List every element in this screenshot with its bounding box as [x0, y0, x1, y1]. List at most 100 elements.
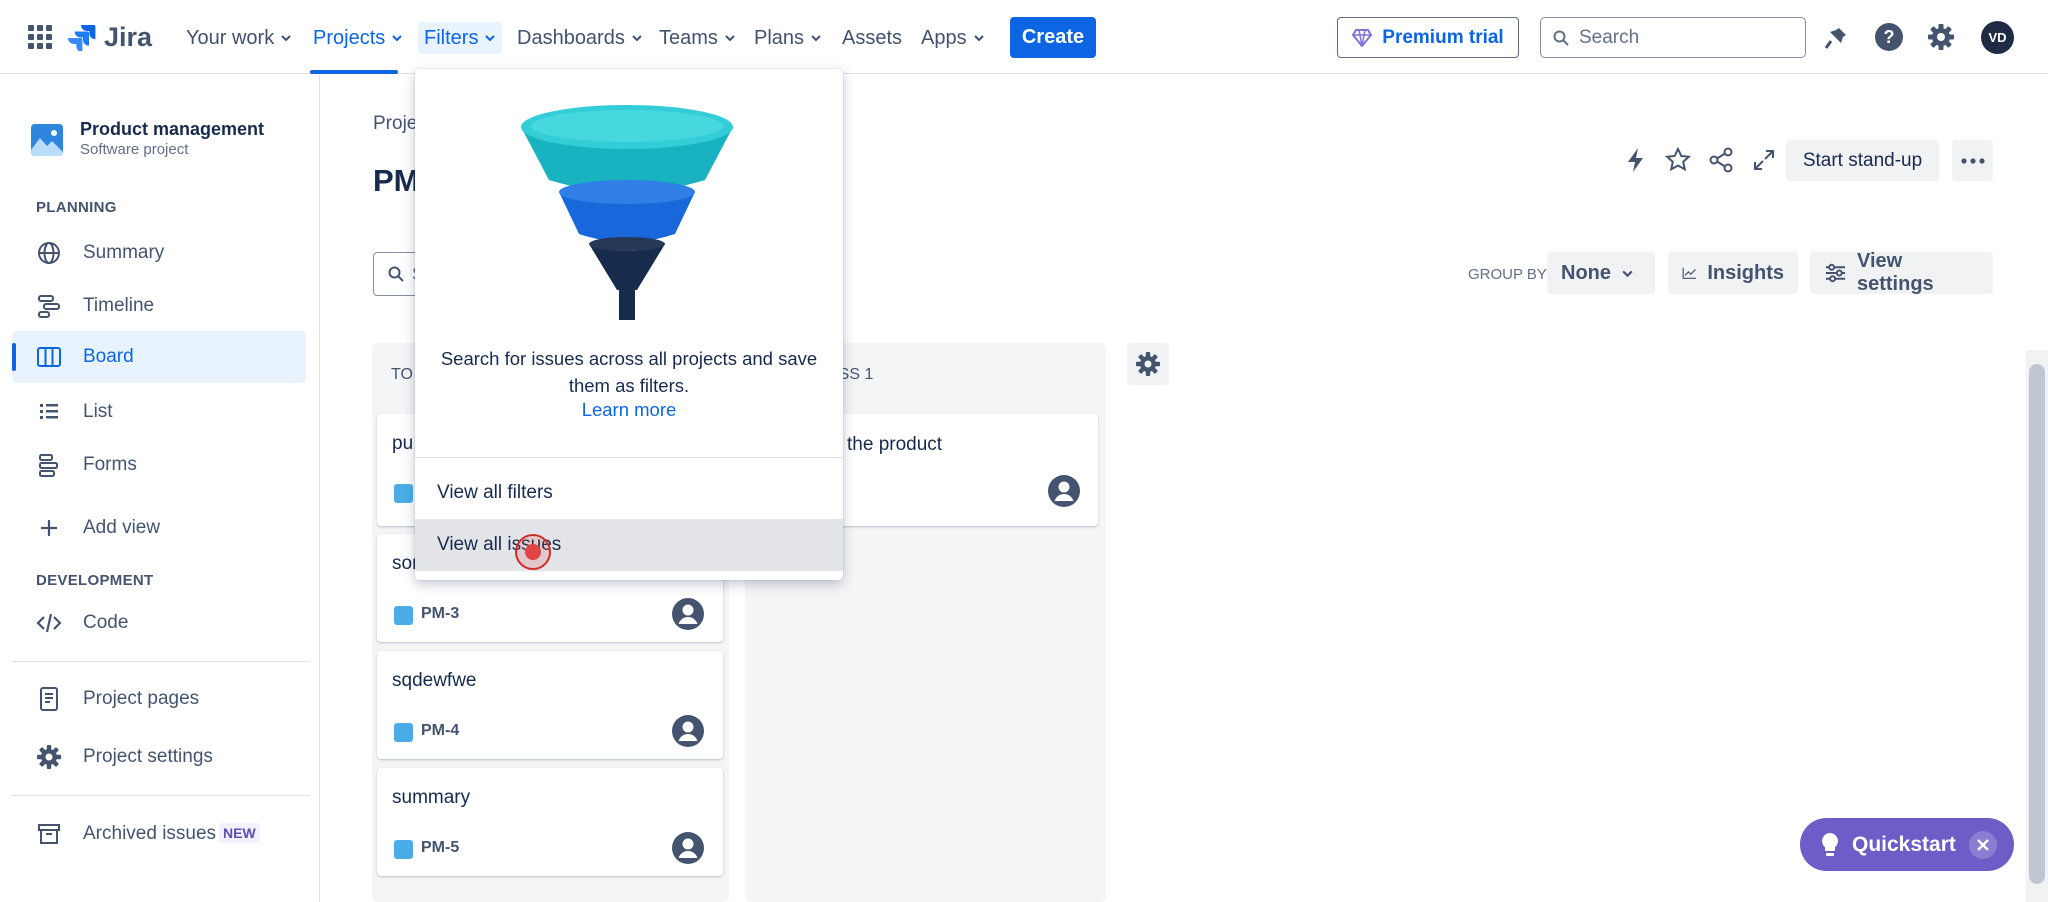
new-badge: NEW	[219, 823, 260, 843]
view-all-issues-item[interactable]: View all issues	[415, 519, 843, 571]
issue-key[interactable]: PM-5	[421, 839, 459, 857]
issue-key[interactable]: PM-4	[421, 722, 459, 740]
development-heading: DEVELOPMENT	[36, 572, 154, 589]
plus-icon	[41, 520, 57, 536]
sidebar-item-project-settings[interactable]: Project settings	[0, 731, 306, 783]
filters-dropdown-menu: Search for issues across all projects an…	[415, 69, 843, 580]
insights-button[interactable]: Insights	[1668, 252, 1798, 294]
chevron-down-icon	[392, 35, 402, 42]
sidebar-item-list[interactable]: List	[0, 386, 306, 438]
quickstart-button[interactable]: Quickstart	[1800, 818, 2014, 871]
insights-chart-icon	[1682, 267, 1697, 279]
page-scrollbar[interactable]	[2026, 350, 2048, 902]
app-switcher-icon[interactable]	[28, 25, 52, 49]
selected-indicator	[12, 343, 16, 371]
nav-projects[interactable]: Projects	[313, 22, 403, 54]
sidebar-item-archived-issues[interactable]: Archived issues NEW	[0, 808, 306, 860]
view-settings-button[interactable]: View settings	[1810, 250, 1993, 295]
project-sidebar: Product management Software project PLAN…	[0, 75, 320, 902]
jira-logo-text: Jira	[104, 21, 153, 52]
add-view-button[interactable]: Add view	[0, 502, 306, 554]
lightbulb-icon	[1822, 833, 1838, 856]
nav-active-indicator	[310, 70, 398, 74]
automation-lightning-icon[interactable]	[1622, 146, 1650, 174]
issue-card-title: sqdewfwe	[392, 670, 477, 691]
diamond-icon	[1352, 28, 1373, 47]
scrollbar-thumb[interactable]	[2029, 364, 2045, 884]
notifications-icon[interactable]	[1822, 24, 1850, 52]
code-icon	[36, 613, 62, 633]
task-checkbox-icon	[394, 840, 413, 859]
sliders-icon	[1825, 263, 1846, 283]
search-icon	[388, 266, 404, 282]
fullscreen-expand-icon[interactable]	[1750, 146, 1778, 174]
project-name[interactable]: Product management	[80, 119, 264, 140]
project-avatar[interactable]	[31, 124, 63, 156]
top-navigation: Jira Your work Projects Filters Dashboar…	[0, 0, 2048, 74]
issue-card-title: summary	[392, 787, 471, 808]
assignee-avatar-icon	[672, 832, 704, 864]
funnel-illustration	[521, 105, 733, 320]
more-actions-button[interactable]	[1952, 140, 1993, 181]
sidebar-divider	[12, 795, 310, 796]
close-quickstart-button[interactable]	[1969, 831, 1997, 859]
chevron-down-icon	[485, 35, 496, 42]
close-icon	[1977, 839, 1989, 851]
settings-gear-icon[interactable]	[1927, 23, 1955, 51]
issue-card[interactable]: summary PM-5	[377, 768, 723, 876]
nav-apps[interactable]: Apps	[921, 22, 985, 54]
task-checkbox-icon	[394, 723, 413, 742]
column-settings-button[interactable]	[1127, 343, 1169, 385]
assignee-avatar-icon	[672, 598, 704, 630]
jira-logo[interactable]: Jira	[68, 20, 152, 54]
jira-logo-icon	[68, 25, 96, 51]
breadcrumb[interactable]: Proje	[373, 113, 417, 135]
chevron-down-icon	[1622, 270, 1633, 277]
assignee-avatar-icon	[1048, 475, 1080, 507]
sidebar-item-forms[interactable]: Forms	[0, 439, 306, 491]
page-title: PM	[373, 163, 420, 198]
globe-icon	[38, 242, 60, 264]
board-icon	[37, 347, 61, 367]
sidebar-item-summary[interactable]: Summary	[0, 227, 306, 279]
issue-card[interactable]: sqdewfwe PM-4	[377, 651, 723, 759]
global-search-input[interactable]: Search	[1540, 17, 1806, 58]
chevron-down-icon	[811, 35, 821, 42]
nav-filters[interactable]: Filters	[418, 22, 503, 54]
list-icon	[40, 404, 58, 419]
share-icon[interactable]	[1707, 146, 1735, 174]
sidebar-divider	[12, 661, 310, 662]
issue-key[interactable]: PM-3	[421, 605, 459, 623]
group-by-label: GROUP BY	[1468, 266, 1547, 283]
nav-teams[interactable]: Teams	[659, 22, 736, 54]
user-avatar[interactable]: VD	[1981, 21, 2014, 54]
chevron-down-icon	[725, 35, 735, 42]
start-standup-button[interactable]: Start stand-up	[1786, 140, 1939, 181]
sidebar-item-code[interactable]: Code	[0, 597, 306, 649]
sidebar-item-project-pages[interactable]: Project pages	[0, 673, 306, 725]
filters-description: Search for issues across all projects an…	[440, 348, 818, 396]
assignee-avatar-icon	[672, 715, 704, 747]
dropdown-divider	[415, 457, 843, 458]
nav-plans[interactable]: Plans	[754, 22, 822, 54]
sidebar-item-board[interactable]: Board	[12, 331, 306, 383]
nav-assets[interactable]: Assets	[842, 22, 902, 54]
issue-card-title: the product	[847, 434, 943, 455]
column-title: TO	[391, 366, 413, 383]
planning-heading: PLANNING	[36, 199, 117, 216]
star-icon[interactable]	[1664, 146, 1692, 174]
help-icon[interactable]: ?	[1874, 22, 1904, 52]
learn-more-link[interactable]: Learn more	[415, 399, 843, 421]
nav-your-work[interactable]: Your work	[186, 22, 292, 54]
issue-card-title: pu	[392, 433, 414, 454]
timeline-icon	[38, 295, 60, 318]
view-all-filters-item[interactable]: View all filters	[415, 467, 843, 519]
project-type: Software project	[80, 141, 189, 158]
create-button[interactable]: Create	[1010, 17, 1096, 58]
premium-trial-button[interactable]: Premium trial	[1337, 17, 1519, 58]
group-by-select[interactable]: None	[1547, 252, 1655, 294]
nav-dashboards[interactable]: Dashboards	[517, 22, 643, 54]
gear-icon	[37, 745, 61, 769]
gear-icon	[1136, 352, 1160, 376]
sidebar-item-timeline[interactable]: Timeline	[0, 280, 306, 332]
